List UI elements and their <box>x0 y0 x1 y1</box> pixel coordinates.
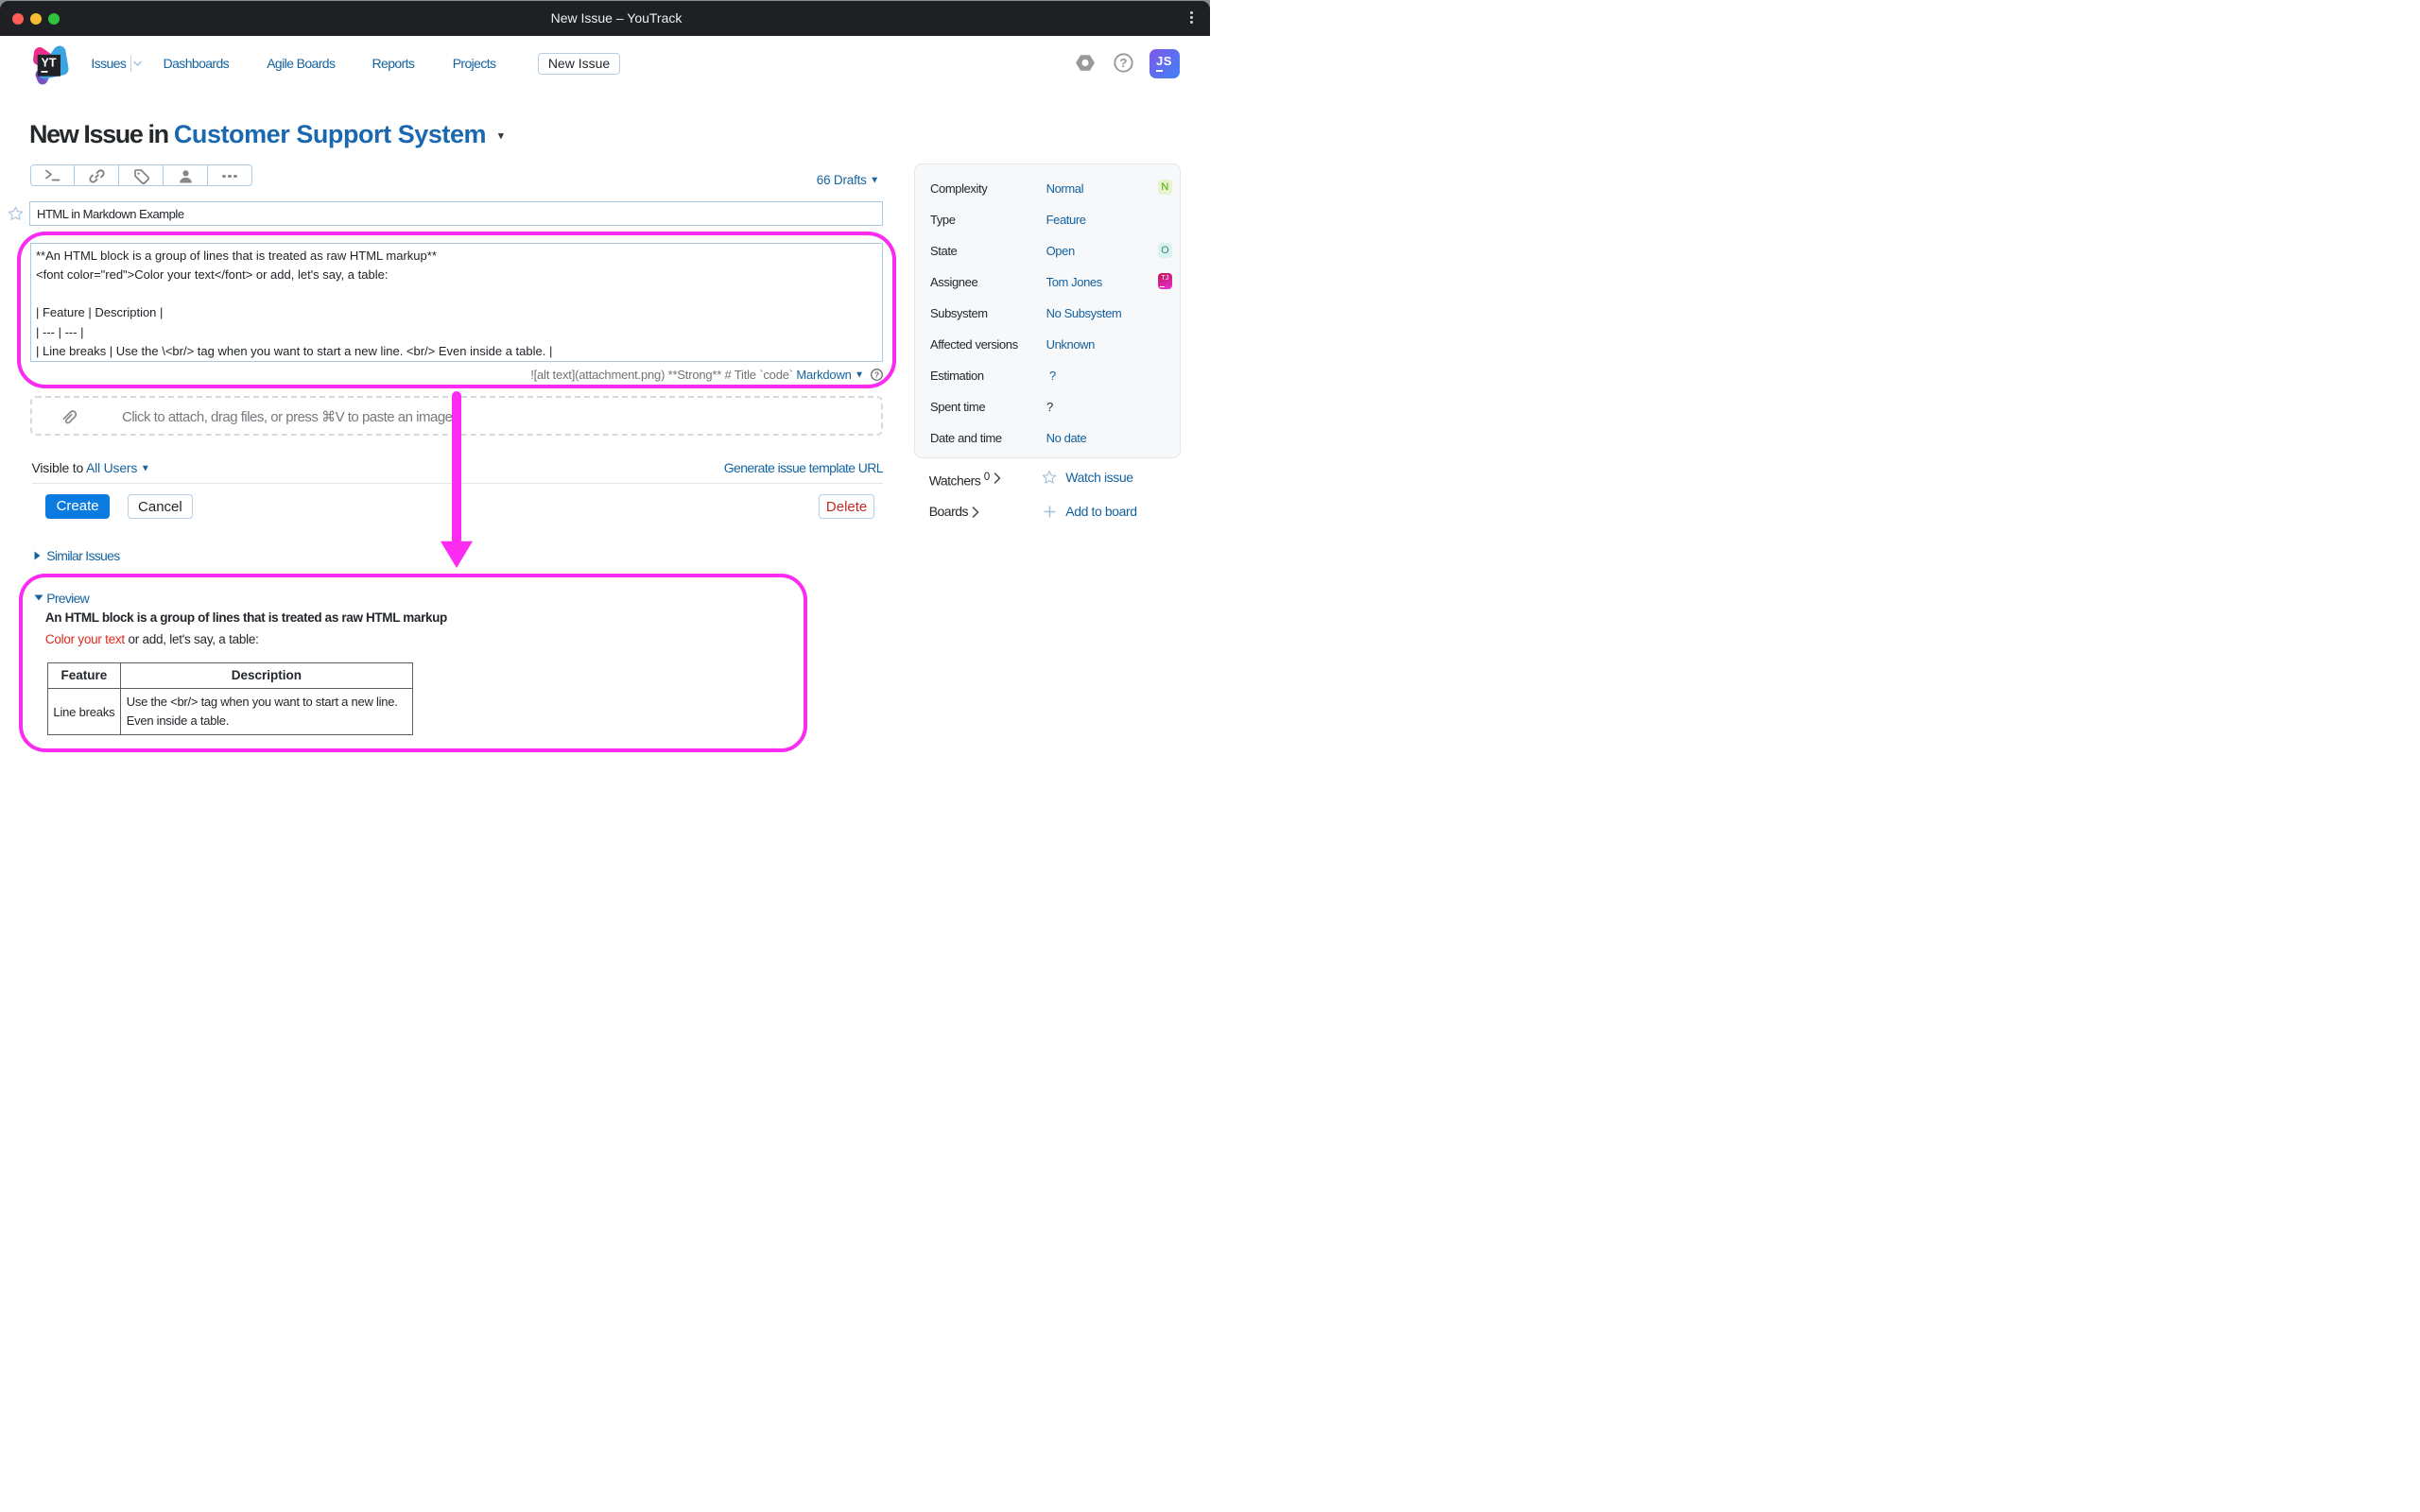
svg-text:YT: YT <box>42 57 57 70</box>
svg-text:?: ? <box>874 369 879 379</box>
svg-text:?: ? <box>1120 56 1128 70</box>
